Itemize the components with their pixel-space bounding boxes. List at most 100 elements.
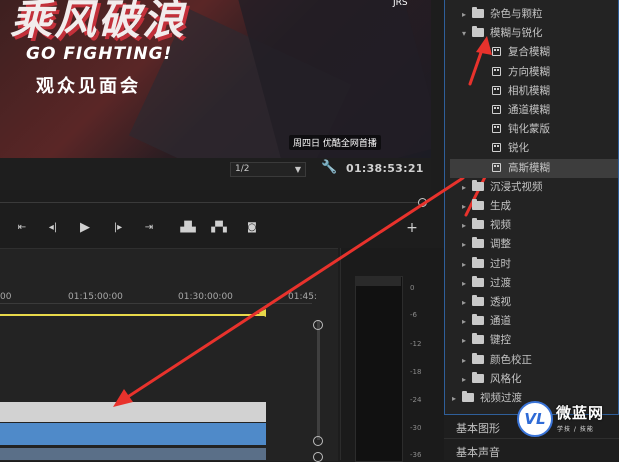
ruler-label: 01:30:00:00 xyxy=(178,292,233,302)
effect-item[interactable]: 通道模糊 xyxy=(492,101,550,120)
effect-item[interactable]: 钝化蒙版 xyxy=(492,120,550,139)
effects-folder[interactable]: ▸ 沉浸式视频 xyxy=(462,178,543,197)
chevron-right-icon[interactable]: ▸ xyxy=(462,312,472,331)
chevron-right-icon[interactable]: ▸ xyxy=(462,216,472,235)
effect-preset-icon xyxy=(492,143,501,153)
show-event-title: 观众见面会 xyxy=(36,76,141,97)
work-area-bar[interactable] xyxy=(0,314,266,316)
effect-label: 复合模糊 xyxy=(508,46,550,59)
effect-item[interactable]: 高斯模糊 xyxy=(450,158,618,178)
chevron-right-icon[interactable]: ▸ xyxy=(462,5,472,24)
extract-icon[interactable]: ▞▚ xyxy=(211,220,227,236)
effect-label: 透视 xyxy=(490,296,511,308)
effect-label: 钝化蒙版 xyxy=(508,123,550,136)
effect-label: 通道 xyxy=(490,315,511,328)
playback-resolution-select[interactable]: 1/2 ▼ xyxy=(230,162,306,177)
folder-icon xyxy=(472,295,484,306)
effect-label: 沉浸式视频 xyxy=(490,180,543,193)
effects-folder[interactable]: ▸ 键控 xyxy=(462,331,511,350)
effects-folder[interactable]: ▸ 透视 xyxy=(462,293,511,312)
program-monitor-preview: 乘风破浪 GO FIGHTING! 观众见面会 周四日 优酷全网首播 JRS xyxy=(0,0,431,158)
watermark-logo: VL xyxy=(517,401,553,437)
step-forward-icon[interactable]: |▸ xyxy=(110,220,126,236)
go-to-out-icon[interactable]: ⇥ xyxy=(141,220,157,236)
audio-meter-peak xyxy=(355,276,401,286)
chevron-right-icon[interactable]: ▸ xyxy=(462,293,472,312)
effects-folder[interactable]: ▸ 生成 xyxy=(462,197,511,216)
effects-folder[interactable]: ▾ 模糊与锐化 xyxy=(462,24,543,43)
chevron-right-icon[interactable]: ▸ xyxy=(452,389,462,408)
effect-item[interactable]: 方向模糊 xyxy=(492,63,550,82)
playback-resolution-value: 1/2 xyxy=(235,164,250,174)
zoom-scroll-handle[interactable] xyxy=(418,198,427,207)
chevron-down-icon[interactable]: ▾ xyxy=(462,24,472,43)
audio-meter-bar xyxy=(355,276,403,462)
effect-item[interactable]: 相机模糊 xyxy=(492,82,550,101)
folder-icon xyxy=(472,179,484,191)
chevron-right-icon[interactable]: ▸ xyxy=(462,197,472,216)
audio-clip[interactable] xyxy=(0,423,266,445)
effects-folder[interactable]: ▸ 视频过渡 xyxy=(452,389,522,408)
chevron-right-icon[interactable]: ▸ xyxy=(462,235,472,254)
chevron-right-icon[interactable]: ▸ xyxy=(462,370,472,389)
folder-icon xyxy=(472,333,484,345)
effect-label: 颜色校正 xyxy=(490,353,532,366)
effects-folder[interactable]: ▸ 过时 xyxy=(462,255,511,274)
effects-folder[interactable]: ▸ 视频 xyxy=(462,216,511,235)
folder-icon xyxy=(472,371,484,383)
folder-icon xyxy=(462,391,474,402)
lift-icon[interactable]: ▟▙ xyxy=(180,220,196,236)
effect-label: 过时 xyxy=(490,257,511,270)
essential-graphics-tab[interactable]: 基本图形 xyxy=(456,420,500,436)
effects-folder[interactable]: ▸ 调整 xyxy=(462,235,511,254)
effect-preset-icon xyxy=(492,105,501,114)
effects-folder[interactable]: ▸ 风格化 xyxy=(462,370,522,389)
chevron-right-icon[interactable]: ▸ xyxy=(462,331,472,350)
camera-icon[interactable]: ◙ xyxy=(244,220,260,236)
scrub-bar[interactable] xyxy=(0,202,418,203)
effects-folder[interactable]: ▸ 杂色与颗粒 xyxy=(462,5,543,24)
scroll-handle-bottom[interactable] xyxy=(313,436,323,446)
effect-label: 杂色与颗粒 xyxy=(490,8,543,20)
effects-folder[interactable]: ▸ 颜色校正 xyxy=(462,351,532,370)
scroll-handle-top[interactable] xyxy=(313,320,323,330)
timeline-vertical-scrollbar[interactable] xyxy=(317,320,320,440)
scroll-handle[interactable] xyxy=(313,452,323,462)
folder-icon xyxy=(472,275,484,287)
divider xyxy=(444,438,619,439)
folder-icon xyxy=(472,256,484,268)
folder-icon xyxy=(472,352,484,364)
chevron-right-icon[interactable]: ▸ xyxy=(462,351,472,370)
chevron-right-icon[interactable]: ▸ xyxy=(462,274,472,293)
effect-item[interactable]: 复合模糊 xyxy=(492,43,550,62)
effects-folder[interactable]: ▸ 通道 xyxy=(462,312,511,331)
effects-folder[interactable]: ▸ 过渡 xyxy=(462,274,511,293)
chevron-right-icon[interactable]: ▸ xyxy=(462,255,472,274)
effect-item[interactable]: 锐化 xyxy=(492,139,529,158)
effect-label: 方向模糊 xyxy=(508,65,550,78)
chevron-down-icon: ▼ xyxy=(294,165,301,174)
step-back-icon[interactable]: ◂| xyxy=(45,220,61,236)
time-ruler[interactable] xyxy=(0,303,312,304)
meter-tick: -12 xyxy=(410,340,422,348)
essential-sound-tab[interactable]: 基本声音 xyxy=(456,444,500,460)
effect-label: 高斯模糊 xyxy=(508,161,550,174)
effect-label: 相机模糊 xyxy=(508,84,550,97)
folder-icon xyxy=(472,199,484,210)
ruler-label: 00 xyxy=(0,292,12,302)
folder-icon xyxy=(472,237,484,249)
meter-tick: -36 xyxy=(410,451,422,459)
show-slogan: GO FIGHTING! xyxy=(26,44,173,64)
meter-tick: -24 xyxy=(410,396,422,404)
effect-label: 通道模糊 xyxy=(508,104,550,116)
broadcast-caption: 周四日 优酷全网首播 xyxy=(289,135,381,150)
play-icon[interactable]: ▶ xyxy=(77,220,93,236)
video-clip[interactable] xyxy=(0,402,266,422)
go-to-in-icon[interactable]: ⇤ xyxy=(14,220,30,236)
chevron-right-icon[interactable]: ▸ xyxy=(462,178,472,197)
add-button-icon[interactable]: + xyxy=(404,220,420,236)
effect-preset-icon xyxy=(492,85,501,95)
wrench-icon[interactable]: 🔧 xyxy=(321,160,337,176)
meter-tick: -6 xyxy=(410,311,417,319)
audio-clip[interactable] xyxy=(0,448,266,460)
